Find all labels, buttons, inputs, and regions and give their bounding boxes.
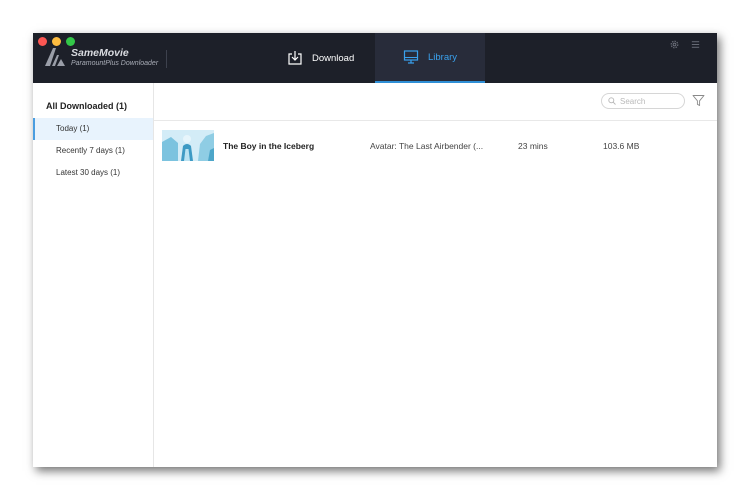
app-window: SameMovie ParamountPlus Downloader Downl… bbox=[33, 33, 717, 467]
tab-download-label: Download bbox=[312, 52, 355, 64]
series-name: Avatar: The Last Airbender (... bbox=[370, 141, 484, 151]
sidebar-header-all-downloaded[interactable]: All Downloaded (1) bbox=[46, 101, 127, 111]
tab-library[interactable]: Library bbox=[375, 33, 485, 83]
search-icon bbox=[608, 97, 616, 105]
tab-library-label: Library bbox=[428, 51, 458, 63]
sidebar-item-recent-7-days[interactable]: Recently 7 days (1) bbox=[33, 140, 153, 162]
filter-funnel-icon[interactable] bbox=[692, 94, 705, 107]
sidebar-item-latest-30-days[interactable]: Latest 30 days (1) bbox=[33, 162, 153, 184]
samemovie-logo-icon bbox=[45, 48, 65, 66]
close-window-button[interactable] bbox=[38, 37, 47, 46]
hamburger-menu-icon[interactable] bbox=[690, 39, 701, 50]
episode-thumbnail bbox=[162, 130, 214, 161]
minimize-window-button[interactable] bbox=[52, 37, 61, 46]
sidebar-item-today[interactable]: Today (1) bbox=[33, 118, 153, 140]
monitor-icon bbox=[403, 50, 419, 64]
brand-divider bbox=[166, 50, 167, 68]
zoom-window-button[interactable] bbox=[66, 37, 75, 46]
sidebar: All Downloaded (1) Today (1) Recently 7 … bbox=[33, 83, 154, 467]
search-box[interactable] bbox=[601, 93, 685, 109]
library-toolbar bbox=[154, 83, 717, 121]
download-tray-icon bbox=[288, 51, 302, 65]
library-row[interactable]: The Boy in the Iceberg Avatar: The Last … bbox=[154, 130, 717, 162]
search-input[interactable] bbox=[620, 96, 680, 106]
title-bar: SameMovie ParamountPlus Downloader Downl… bbox=[33, 33, 717, 83]
file-size: 103.6 MB bbox=[603, 141, 640, 151]
library-panel: The Boy in the Iceberg Avatar: The Last … bbox=[154, 83, 717, 467]
app-subtitle: ParamountPlus Downloader bbox=[71, 60, 159, 67]
episode-duration: 23 mins bbox=[518, 141, 548, 151]
episode-title: The Boy in the Iceberg bbox=[223, 141, 315, 151]
gear-icon[interactable] bbox=[669, 39, 680, 50]
tab-download[interactable]: Download bbox=[287, 33, 377, 83]
app-name: SameMovie bbox=[71, 47, 129, 59]
